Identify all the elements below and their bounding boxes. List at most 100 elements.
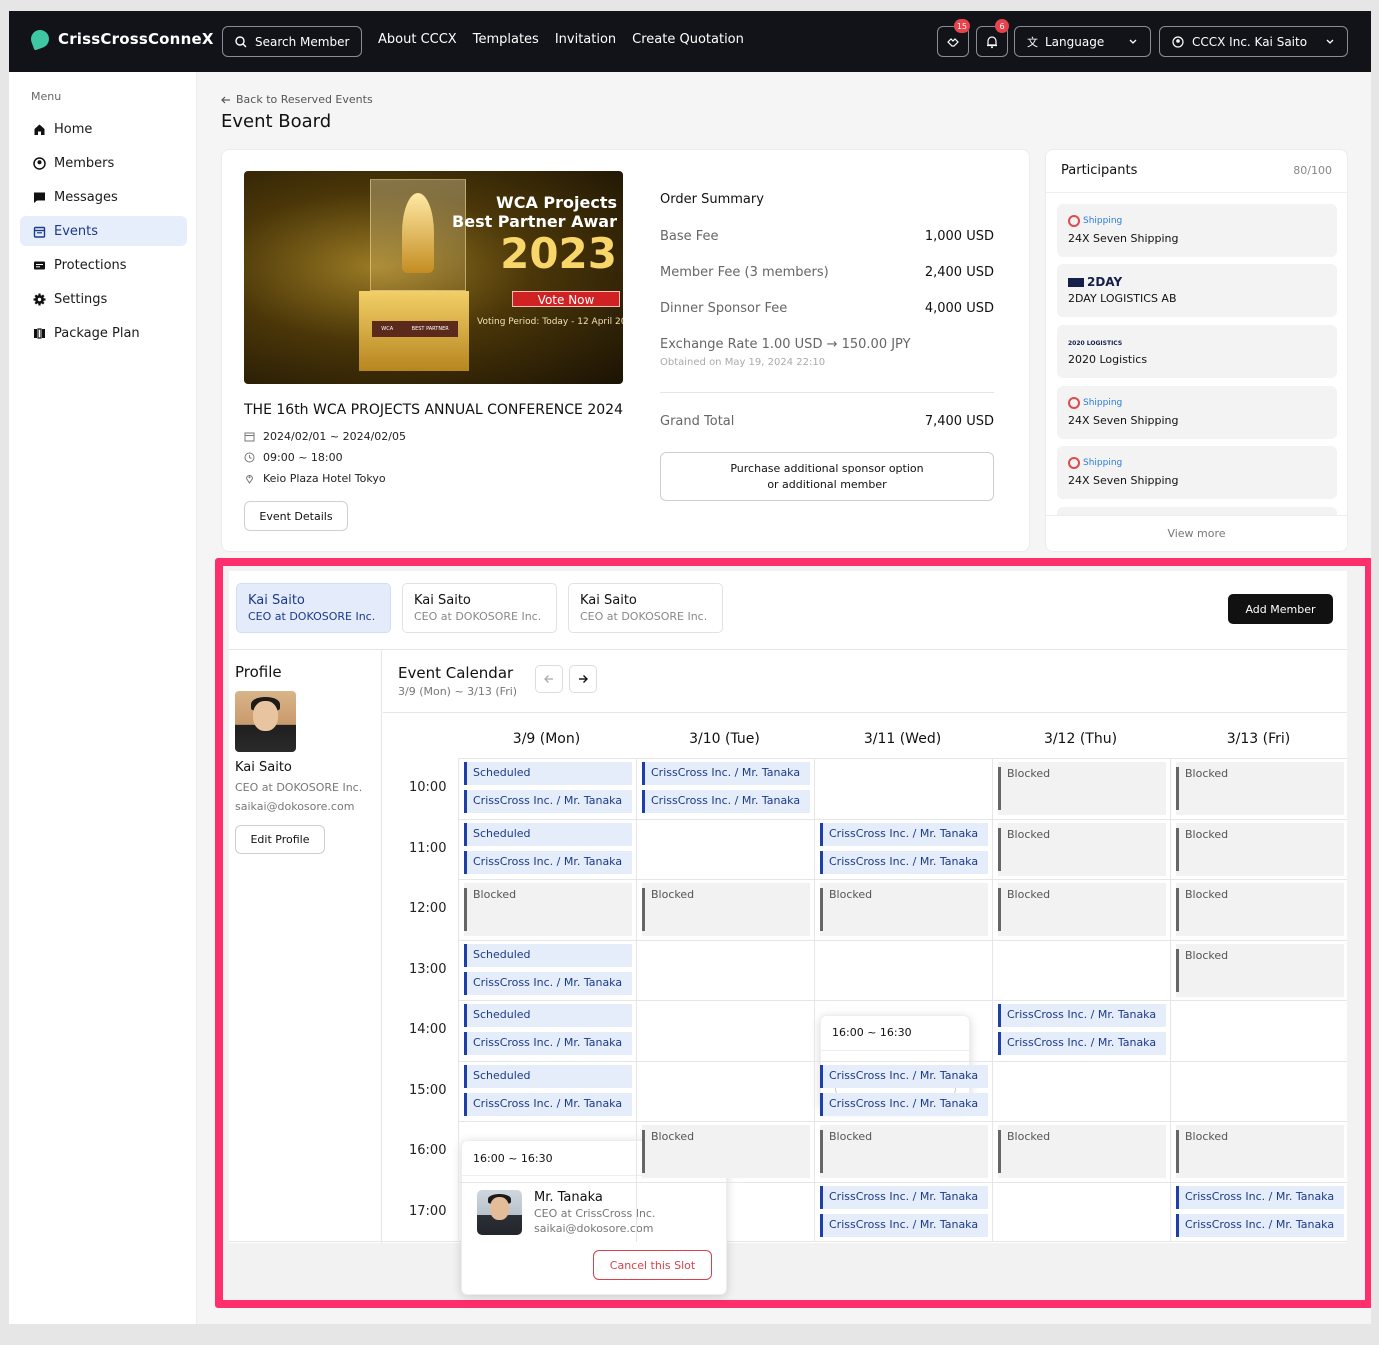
scheduled-slot[interactable]: Scheduled xyxy=(464,943,632,967)
scheduled-slot[interactable]: Scheduled xyxy=(464,762,632,785)
member-schedule-panel: Kai Saito CEO at DOKOSORE Inc. Kai Saito… xyxy=(229,571,1347,1295)
back-link-label: Back to Reserved Events xyxy=(236,93,373,106)
member-tab[interactable]: Kai Saito CEO at DOKOSORE Inc. xyxy=(236,583,391,633)
sidebar-item-events[interactable]: Events xyxy=(20,216,187,246)
meeting-slot[interactable]: CrissCross Inc. / Mr. Tanaka xyxy=(820,822,988,846)
add-member-button[interactable]: Add Member xyxy=(1228,594,1333,624)
notifications-button[interactable]: 6 xyxy=(976,19,1009,57)
sidebar-item-messages[interactable]: Messages xyxy=(20,182,187,212)
trophy-icon xyxy=(402,193,434,273)
nav-create-quotation[interactable]: Create Quotation xyxy=(632,32,744,47)
gear-icon xyxy=(33,293,46,305)
blocked-slot[interactable]: Blocked xyxy=(464,883,632,936)
language-dropdown[interactable]: 文 Language xyxy=(1014,26,1151,57)
blocked-slot[interactable]: Blocked xyxy=(998,883,1166,936)
handshake-button[interactable]: 15 xyxy=(937,19,970,57)
participant-item[interactable]: Shipping 24X Seven Shipping xyxy=(1057,204,1337,257)
blocked-slot[interactable]: Blocked xyxy=(820,1125,988,1178)
meeting-slot[interactable]: CrissCross Inc. / Mr. Tanaka xyxy=(464,1032,632,1055)
view-more-link[interactable]: View more xyxy=(1046,515,1347,551)
attendee-role: CEO at CrissCross Inc. xyxy=(534,1207,656,1220)
blocked-slot[interactable]: Blocked xyxy=(642,1125,810,1178)
blocked-slot[interactable]: Blocked xyxy=(1176,822,1344,876)
calendar-icon xyxy=(244,432,255,442)
sidebar-item-label: Settings xyxy=(54,291,108,307)
participants-card: Participants 80/100 Shipping 24X Seven S… xyxy=(1045,149,1348,552)
home-icon xyxy=(34,124,45,135)
scheduled-slot[interactable]: Scheduled xyxy=(464,1064,632,1088)
search-member-button[interactable]: Search Member xyxy=(222,26,362,57)
event-card: WCA BEST PARTNER WCA Projects Best Partner… xyxy=(221,149,1030,552)
attendee-name: Mr. Tanaka xyxy=(534,1190,603,1205)
sidebar-item-members[interactable]: Members xyxy=(20,148,187,178)
nav-about[interactable]: About CCCX xyxy=(378,32,457,47)
day-header: 3/11 (Wed) xyxy=(863,731,942,747)
event-details-button[interactable]: Event Details xyxy=(244,501,348,531)
blocked-slot[interactable]: Blocked xyxy=(642,883,810,936)
blocked-slot[interactable]: Blocked xyxy=(998,762,1166,815)
banner-voting-period: Voting Period: Today - 12 April 20 xyxy=(477,317,623,327)
nav-templates[interactable]: Templates xyxy=(473,32,539,47)
popover-time: 16:00 ~ 16:30 xyxy=(473,1152,553,1165)
meeting-slot[interactable]: CrissCross Inc. / Mr. Tanaka xyxy=(464,850,632,874)
top-navbar: CrissCrossConneX Search Member About CCC… xyxy=(9,11,1371,72)
sidebar-item-settings[interactable]: Settings xyxy=(20,284,187,314)
arrow-right-icon xyxy=(579,675,588,683)
back-link[interactable]: Back to Reserved Events xyxy=(221,93,373,106)
member-tab[interactable]: Kai Saito CEO at DOKOSORE Inc. xyxy=(402,583,557,633)
meeting-slot[interactable]: CrissCross Inc. / Mr. Tanaka xyxy=(642,790,810,813)
meeting-slot[interactable]: CrissCross Inc. / Mr. Tanaka xyxy=(464,971,632,995)
meeting-slot[interactable]: CrissCross Inc. / Mr. Tanaka xyxy=(820,850,988,874)
scheduled-slot[interactable]: Scheduled xyxy=(464,1004,632,1027)
meeting-slot[interactable]: CrissCross Inc. / Mr. Tanaka xyxy=(464,790,632,813)
participant-item[interactable]: Shipping 24X Seven Shipping xyxy=(1057,386,1337,439)
blocked-slot[interactable]: Blocked xyxy=(1176,1125,1344,1178)
app-logo[interactable]: CrissCrossConneX xyxy=(28,27,214,51)
avatar xyxy=(477,1190,522,1235)
meeting-slot[interactable]: CrissCross Inc. / Mr. Tanaka xyxy=(820,1064,988,1088)
notifications-badge: 6 xyxy=(995,19,1009,33)
blocked-slot[interactable]: Blocked xyxy=(820,883,988,936)
meeting-slot[interactable]: CrissCross Inc. / Mr. Tanaka xyxy=(1176,1213,1344,1237)
member-tab[interactable]: Kai Saito CEO at DOKOSORE Inc. xyxy=(568,583,723,633)
meeting-slot[interactable]: CrissCross Inc. / Mr. Tanaka xyxy=(998,1004,1166,1027)
scheduled-slot[interactable]: Scheduled xyxy=(464,822,632,846)
avatar xyxy=(235,691,296,752)
meeting-slot[interactable]: CrissCross Inc. / Mr. Tanaka xyxy=(642,762,810,785)
participant-item[interactable]: 2DAY 2DAY LOGISTICS AB xyxy=(1057,264,1337,317)
calendar-next-button[interactable] xyxy=(569,665,597,693)
nav-invitation[interactable]: Invitation xyxy=(555,32,616,47)
participant-item[interactable]: 2020 LOGISTICS 2020 Logistics xyxy=(1057,325,1337,378)
meeting-slot[interactable]: CrissCross Inc. / Mr. Tanaka xyxy=(464,1092,632,1116)
participant-item[interactable]: Shipping 24X Seven Shipping xyxy=(1057,446,1337,499)
blocked-slot[interactable]: Blocked xyxy=(1176,883,1344,936)
grid-line xyxy=(458,758,1347,759)
blocked-slot[interactable]: Blocked xyxy=(998,822,1166,876)
blocked-slot[interactable]: Blocked xyxy=(1176,762,1344,815)
meeting-slot[interactable]: CrissCross Inc. / Mr. Tanaka xyxy=(1176,1185,1344,1209)
cancel-slot-button[interactable]: Cancel this Slot xyxy=(593,1250,712,1280)
hour-label: 14:00 xyxy=(409,1022,447,1037)
grid-line xyxy=(814,758,815,1242)
grand-total-row: Grand Total 7,400 USD xyxy=(660,414,994,429)
event-time: 09:00 ~ 18:00 xyxy=(244,451,343,464)
blocked-slot[interactable]: Blocked xyxy=(1176,943,1344,997)
blocked-slot[interactable]: Blocked xyxy=(998,1125,1166,1178)
meeting-slot[interactable]: CrissCross Inc. / Mr. Tanaka xyxy=(820,1185,988,1209)
edit-profile-button[interactable]: Edit Profile xyxy=(235,825,325,854)
sidebar-item-home[interactable]: Home xyxy=(20,114,187,144)
member-fee-row: Member Fee (3 members) 2,400 USD xyxy=(660,265,994,280)
sidebar-item-protections[interactable]: Protections xyxy=(20,250,187,280)
account-dropdown[interactable]: CCCX Inc. Kai Saito xyxy=(1159,26,1348,57)
meeting-slot[interactable]: CrissCross Inc. / Mr. Tanaka xyxy=(820,1213,988,1237)
dinner-sponsor-fee-row: Dinner Sponsor Fee 4,000 USD xyxy=(660,301,994,316)
meeting-slot[interactable]: CrissCross Inc. / Mr. Tanaka xyxy=(820,1092,988,1116)
calendar-prev-button[interactable] xyxy=(535,665,563,693)
purchase-additional-button[interactable]: Purchase additional sponsor option or add… xyxy=(660,452,994,501)
hour-label: 17:00 xyxy=(409,1203,447,1219)
participants-count: 80/100 xyxy=(1293,164,1332,177)
meeting-slot[interactable]: CrissCross Inc. / Mr. Tanaka xyxy=(998,1032,1166,1055)
exchange-rate-obtained: Obtained on May 19, 2024 22:10 xyxy=(660,357,826,368)
grid-line xyxy=(458,939,1347,941)
sidebar-item-package-plan[interactable]: Package Plan xyxy=(20,318,187,348)
